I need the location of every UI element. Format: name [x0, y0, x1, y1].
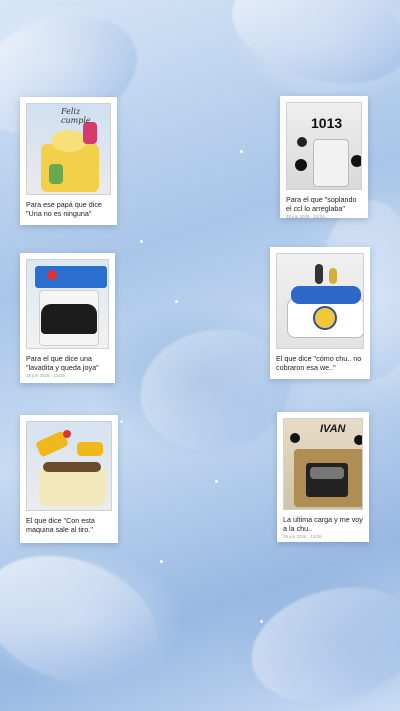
post-card[interactable]: Feliz cumple Para ese papá que dice "Una… [20, 97, 117, 225]
post-caption: Para ese papá que dice "Una no es ningun… [26, 200, 102, 218]
sparkle [160, 560, 163, 563]
post-caption: El que dice "cómo chu.. no cobraron esa … [276, 354, 362, 372]
post-caption: Para el que "soplando el ccl lo arreglab… [286, 195, 357, 213]
cake-photo: 1013 [286, 102, 362, 190]
post-date: 19 jun 2026 · 12/26 [283, 534, 322, 539]
topper-text: Feliz cumple [61, 107, 91, 125]
post-date: 19 jun 2026 · 12/26 [26, 373, 65, 378]
post-card[interactable]: El que dice "Con esta maquina sale al ti… [20, 415, 118, 543]
cake-photo [276, 253, 364, 349]
cake-photo [26, 259, 109, 349]
post-date: 19 jun 2026 · 12/26 [286, 214, 325, 219]
sparkle [140, 240, 143, 243]
post-card[interactable]: Para el que dice una "lavadita y queda j… [20, 253, 115, 383]
cake-photo: IVAN [283, 418, 363, 510]
cake-photo: Feliz cumple [26, 103, 111, 195]
sparkle [260, 620, 263, 623]
sparkle [215, 480, 218, 483]
cake-photo [26, 421, 112, 511]
sparkle [240, 150, 243, 153]
post-card[interactable]: El que dice "cómo chu.. no cobraron esa … [270, 247, 370, 379]
topper-text: IVAN [320, 423, 346, 435]
topper-text: 1013 [311, 115, 343, 131]
post-card[interactable]: IVAN La ultima carga y me voy a la chu..… [277, 412, 369, 542]
sparkle [175, 300, 178, 303]
post-caption: Para el que dice una "lavadita y queda j… [26, 354, 99, 372]
post-card[interactable]: 1013 Para el que "soplando el ccl lo arr… [280, 96, 368, 219]
post-caption: El que dice "Con esta maquina sale al ti… [26, 516, 95, 534]
sparkle [120, 420, 123, 423]
post-caption: La ultima carga y me voy a la chu.. [283, 515, 363, 533]
